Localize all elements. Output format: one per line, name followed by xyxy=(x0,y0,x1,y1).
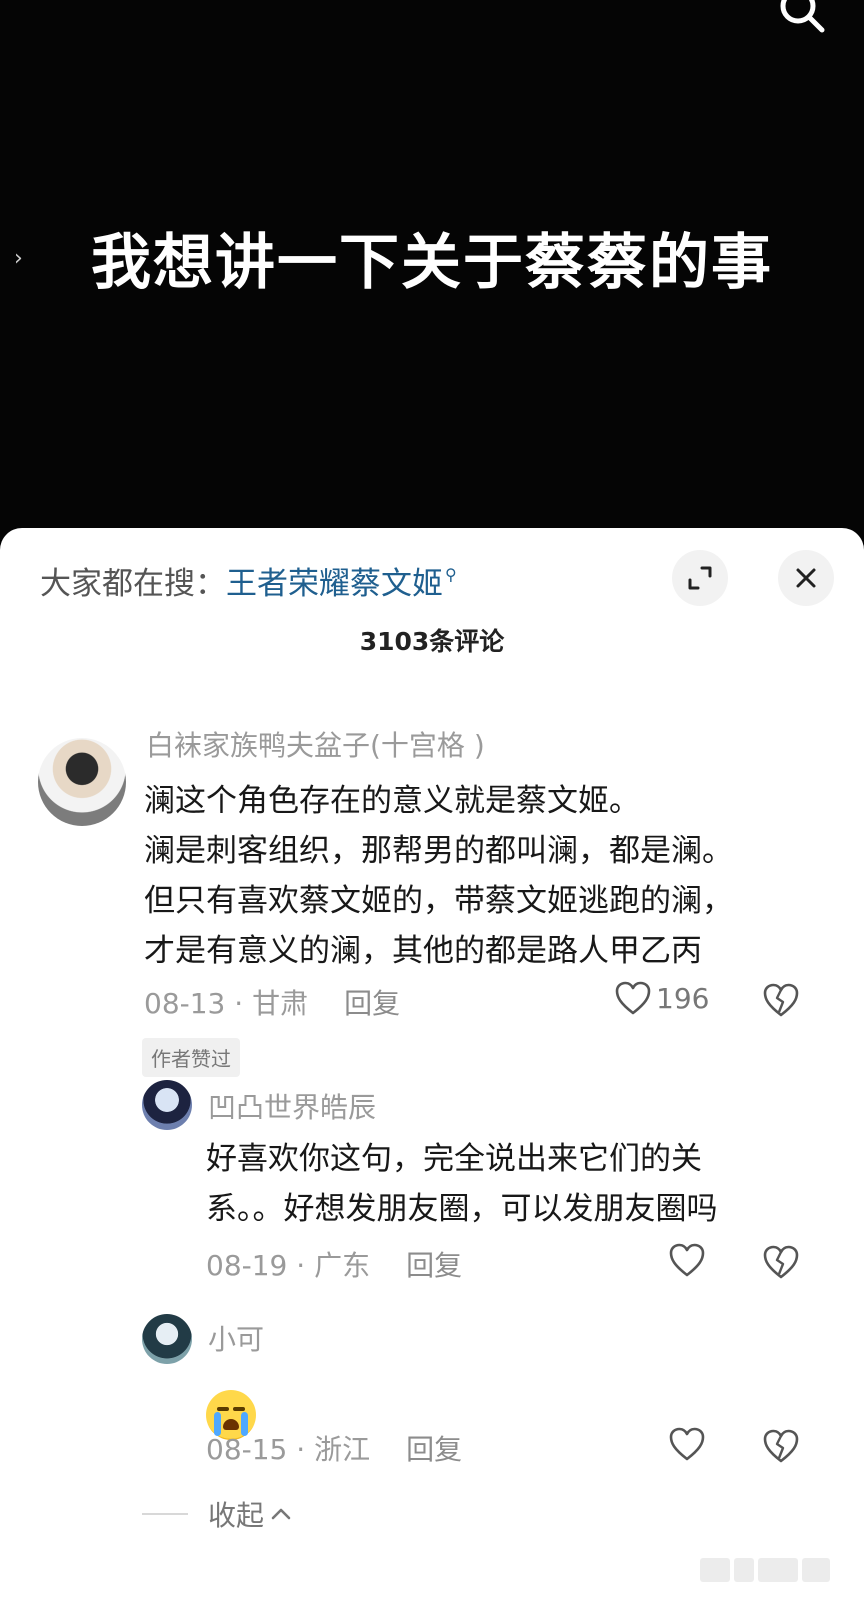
like-count: 196 xyxy=(656,981,710,1015)
reply-text: 好喜欢你这句，完全说出来它们的关 系。。好想发朋友圈，可以发朋友圈吗 xyxy=(206,1141,718,1227)
comment-date-location: 08-13 · 甘肃 xyxy=(144,987,309,1020)
chevron-up-icon xyxy=(271,1508,291,1520)
comment-meta: 08-13 · 甘肃 回复 xyxy=(144,982,400,1022)
dislike-button[interactable] xyxy=(762,1428,800,1468)
like-button[interactable] xyxy=(668,1426,706,1462)
search-suggestion-prefix: 大家都在搜： xyxy=(40,566,226,602)
broken-heart-icon xyxy=(763,1245,799,1279)
reply-meta: 08-19 · 广东 回复 xyxy=(206,1244,462,1284)
reply-date-location: 08-19 · 广东 xyxy=(206,1249,371,1282)
avatar[interactable] xyxy=(38,738,126,826)
comment-sheet: 大家都在搜：王者荣耀蔡文姬 ⚲ 3103条评论 白袜家族鸭夫盆子(十宫格 ) 澜这… xyxy=(0,528,864,1606)
reply-button[interactable]: 回复 xyxy=(344,987,400,1020)
reply-meta: 08-15 · 浙江 回复 xyxy=(206,1428,462,1468)
divider xyxy=(142,1513,188,1515)
reply-username[interactable]: 小可 xyxy=(208,1318,264,1358)
reply-username[interactable]: 凹凸世界皓辰 xyxy=(208,1086,376,1126)
like-button[interactable]: 196 xyxy=(614,980,709,1016)
reply-button[interactable]: 回复 xyxy=(406,1249,462,1282)
comment-count: 3103条评论 xyxy=(359,627,505,656)
close-button[interactable] xyxy=(778,550,834,606)
reply-button[interactable]: 回复 xyxy=(406,1433,462,1466)
broken-heart-icon xyxy=(763,1429,799,1463)
close-icon xyxy=(796,568,816,588)
video-area[interactable]: › 我想讲一下关于蔡蔡的事 xyxy=(0,0,864,540)
comment-text: 澜这个角色存在的意义就是蔡文姬。 澜是刺客组织，那帮男的都叫澜，都是澜。 但只有… xyxy=(144,783,733,969)
small-search-icon: ⚲ xyxy=(445,565,457,584)
heart-icon xyxy=(669,1427,705,1461)
expand-icon xyxy=(688,566,712,590)
search-button[interactable] xyxy=(778,0,826,34)
search-suggestion-keyword[interactable]: 王者荣耀蔡文姬 xyxy=(226,566,443,602)
video-title: 我想讲一下关于蔡蔡的事 xyxy=(91,228,773,298)
watermark xyxy=(700,1558,840,1582)
heart-icon xyxy=(669,1243,705,1277)
avatar[interactable] xyxy=(142,1080,192,1130)
dislike-button[interactable] xyxy=(762,1244,800,1284)
broken-heart-icon xyxy=(763,983,799,1017)
search-icon xyxy=(780,0,825,33)
comment-username[interactable]: 白袜家族鸭夫盆子(十宫格 ) xyxy=(146,724,485,764)
avatar[interactable] xyxy=(142,1314,192,1364)
collapse-label: 收起 xyxy=(208,1499,265,1532)
collapse-replies-button[interactable]: 收起 xyxy=(142,1494,292,1534)
expand-button[interactable] xyxy=(672,550,728,606)
search-suggestion[interactable]: 大家都在搜：王者荣耀蔡文姬 ⚲ xyxy=(40,558,457,603)
like-button[interactable] xyxy=(668,1242,706,1278)
dislike-button[interactable] xyxy=(762,982,800,1022)
heart-icon xyxy=(615,981,651,1015)
reply-date-location: 08-15 · 浙江 xyxy=(206,1433,371,1466)
author-liked-badge: 作者赞过 xyxy=(142,1038,240,1077)
